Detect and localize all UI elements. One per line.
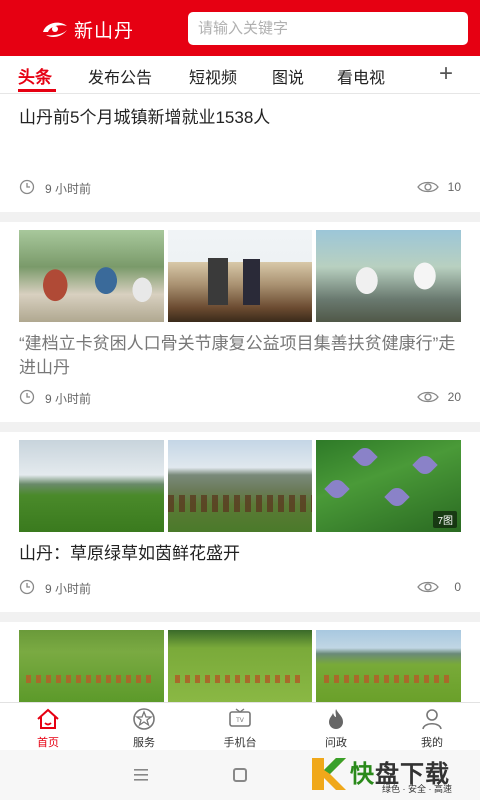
view-count: 10 bbox=[447, 180, 461, 194]
divider bbox=[0, 612, 480, 622]
news-thumbnails bbox=[19, 630, 462, 702]
news-meta: 9 小时前 10 bbox=[19, 178, 461, 198]
flame-icon bbox=[329, 709, 343, 729]
news-photo bbox=[19, 230, 164, 322]
nav-label: 手机台 bbox=[223, 737, 257, 749]
news-photo bbox=[167, 440, 313, 532]
search-input[interactable]: 请输入关键字 bbox=[188, 12, 468, 45]
nav-label: 我的 bbox=[421, 737, 443, 749]
nav-mobile-tv[interactable]: TV 手机台 bbox=[210, 707, 270, 750]
news-meta: 9 小时前 20 bbox=[19, 388, 461, 408]
news-title: “建档立卡贫困人口骨关节康复公益项目集善扶贫健康行”走进山丹 bbox=[19, 334, 456, 377]
publish-time: 9 小时前 bbox=[45, 182, 92, 196]
nav-home[interactable]: 首页 bbox=[18, 707, 78, 750]
tab-headlines[interactable]: 头条 bbox=[18, 63, 52, 88]
active-tab-indicator bbox=[18, 89, 56, 92]
news-item[interactable] bbox=[0, 622, 480, 702]
nav-label: 问政 bbox=[325, 737, 347, 749]
news-photo bbox=[19, 440, 164, 532]
nav-service[interactable]: 服务 bbox=[114, 707, 174, 750]
app-logo[interactable]: 新山丹 bbox=[40, 16, 134, 42]
news-photo bbox=[19, 630, 164, 702]
nav-label: 首页 bbox=[37, 737, 59, 749]
tv-icon: TV bbox=[229, 708, 251, 727]
eye-icon bbox=[417, 181, 439, 193]
news-item[interactable]: 山丹前5个月城镇新增就业1538人 9 小时前 10 bbox=[0, 94, 480, 212]
news-photo bbox=[316, 630, 462, 702]
clock-icon bbox=[19, 179, 35, 195]
top-header: 新山丹 请输入关键字 bbox=[0, 0, 480, 56]
tab-short-video[interactable]: 短视频 bbox=[189, 64, 237, 88]
divider bbox=[0, 422, 480, 432]
logo-icon bbox=[43, 22, 67, 38]
news-photo bbox=[316, 230, 462, 322]
publish-time: 9 小时前 bbox=[45, 582, 92, 596]
news-meta: 9 小时前 0 bbox=[19, 578, 461, 598]
bottom-navigation: 首页 服务 TV 手机台 问政 我的 bbox=[0, 702, 480, 750]
news-item[interactable]: 7图 山丹：草原绿草如茵鲜花盛开 9 小时前 0 bbox=[0, 432, 480, 612]
view-count: 20 bbox=[447, 390, 461, 404]
news-photo bbox=[167, 630, 313, 702]
app-name: 新山丹 bbox=[74, 20, 135, 42]
news-thumbnails bbox=[19, 230, 462, 322]
home-square-icon[interactable] bbox=[233, 768, 247, 782]
home-icon bbox=[37, 708, 59, 729]
news-photo: 7图 bbox=[316, 440, 462, 532]
news-photo bbox=[167, 230, 313, 322]
news-item[interactable]: “建档立卡贫困人口骨关节康复公益项目集善扶贫健康行”走进山丹 9 小时前 20 bbox=[0, 222, 480, 422]
menu-icon[interactable] bbox=[134, 769, 148, 781]
nav-label: 服务 bbox=[133, 737, 155, 749]
clock-icon bbox=[19, 579, 35, 595]
publish-time: 9 小时前 bbox=[45, 392, 92, 406]
service-icon bbox=[133, 708, 155, 730]
eye-icon bbox=[417, 581, 439, 593]
clock-icon bbox=[19, 389, 35, 405]
tab-photo-stories[interactable]: 图说 bbox=[272, 64, 304, 88]
watermark: 快盘下载 绿色 · 安全 · 高速 bbox=[308, 754, 476, 796]
svg-text:TV: TV bbox=[235, 717, 245, 724]
nav-inquiry[interactable]: 问政 bbox=[306, 707, 366, 750]
news-title: 山丹前5个月城镇新增就业1538人 bbox=[19, 108, 271, 127]
tab-watch-tv[interactable]: 看电视 bbox=[337, 64, 385, 88]
view-count: 0 bbox=[454, 580, 461, 594]
plus-icon[interactable]: + bbox=[439, 60, 453, 88]
image-count-badge: 7图 bbox=[433, 511, 458, 528]
eye-icon bbox=[417, 391, 439, 403]
user-icon bbox=[422, 709, 442, 730]
news-title: 山丹：草原绿草如茵鲜花盛开 bbox=[19, 544, 240, 563]
watermark-subtitle: 绿色 · 安全 · 高速 bbox=[382, 784, 452, 794]
nav-profile[interactable]: 我的 bbox=[402, 707, 462, 750]
news-thumbnails: 7图 bbox=[19, 440, 462, 532]
tab-announcements[interactable]: 发布公告 bbox=[88, 64, 152, 88]
watermark-logo-icon bbox=[312, 758, 346, 790]
app-screen: 新山丹 请输入关键字 头条 发布公告 短视频 图说 看电视 + 山丹前5个月城镇… bbox=[0, 0, 480, 800]
category-tabs: 头条 发布公告 短视频 图说 看电视 + bbox=[0, 56, 480, 94]
divider bbox=[0, 212, 480, 222]
